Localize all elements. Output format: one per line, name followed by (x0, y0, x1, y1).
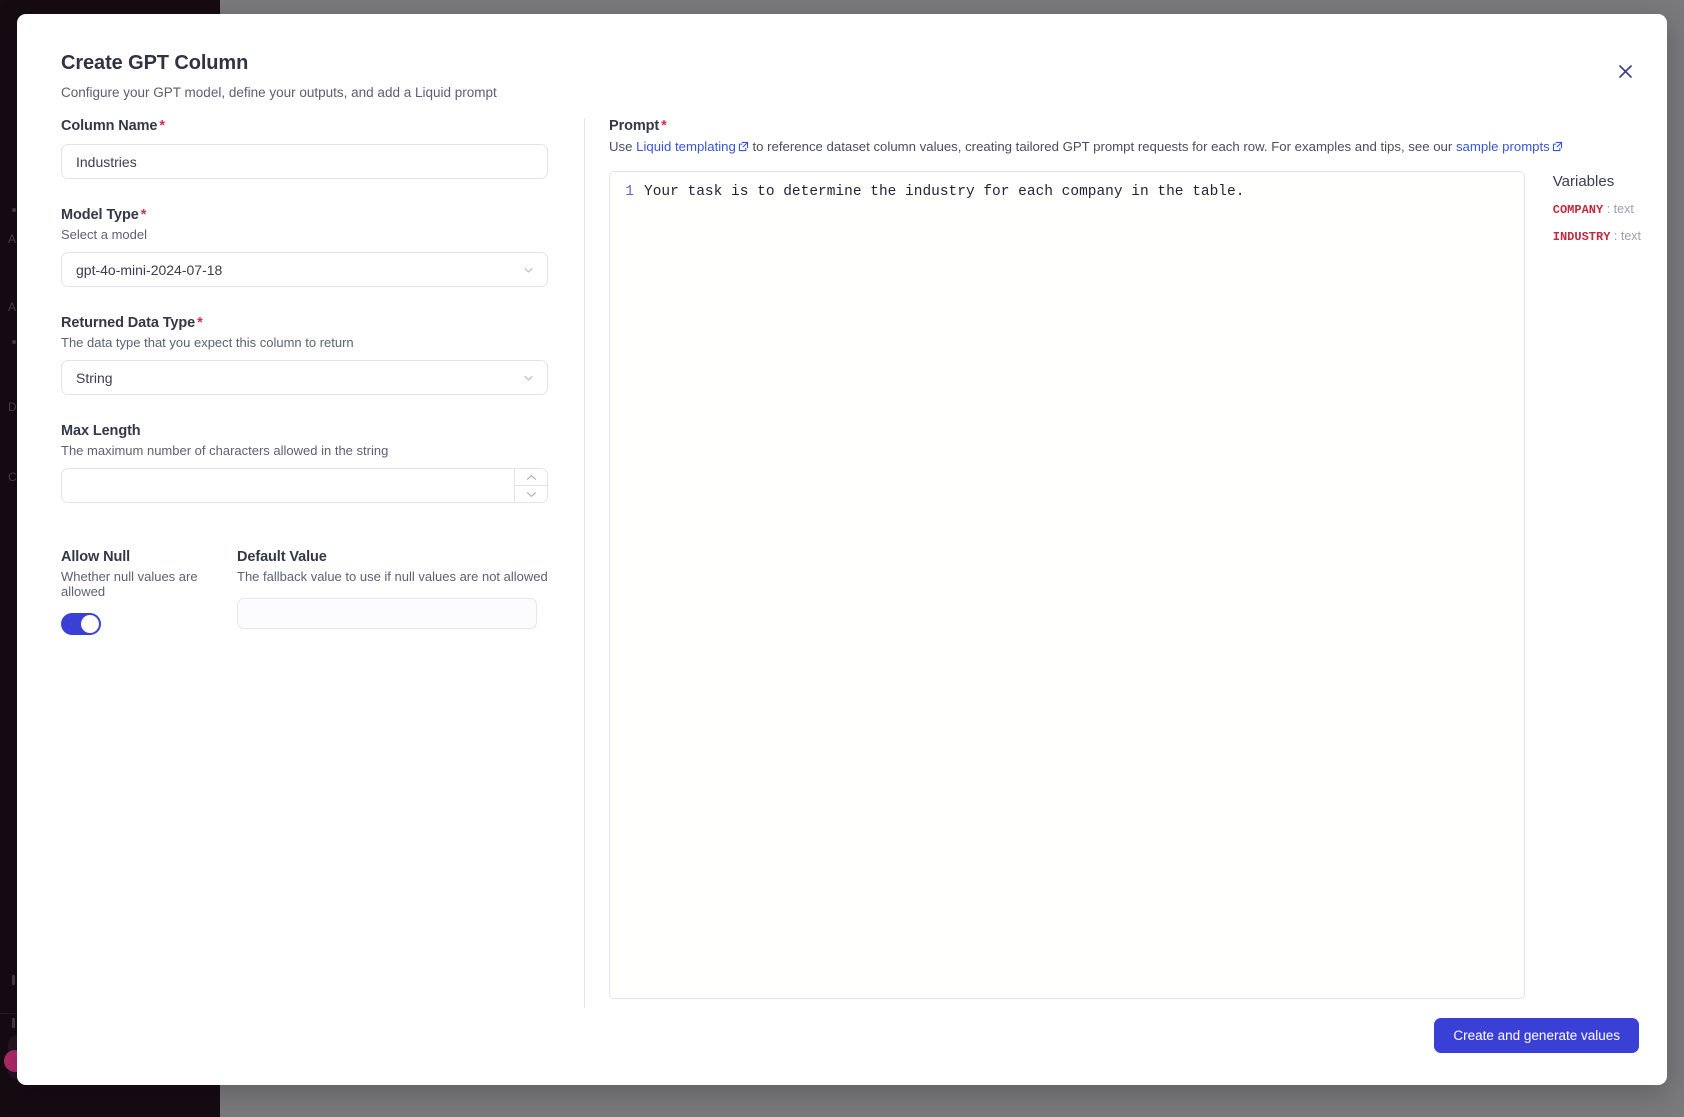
close-button[interactable] (1608, 54, 1642, 88)
returned-data-type-value: String (76, 369, 113, 386)
variable-separator: : (1613, 229, 1618, 243)
liquid-templating-link[interactable]: Liquid templating (636, 139, 736, 154)
prompt-editor[interactable]: 1 Your task is to determine the industry… (609, 171, 1525, 999)
prompt-column: Prompt * Use Liquid templating to referen… (609, 118, 1641, 999)
close-icon (1618, 64, 1632, 78)
required-marker: * (197, 315, 203, 331)
model-type-label-text: Model Type (61, 207, 139, 223)
returned-data-type-help: The data type that you expect this colum… (61, 335, 354, 350)
create-and-generate-values-button[interactable]: Create and generate values (1434, 1018, 1639, 1053)
prompt-desc-middle: to reference dataset column values, crea… (748, 139, 1456, 154)
column-name-label: Column Name * (61, 118, 548, 134)
editor-area: 1 Your task is to determine the industry… (609, 171, 1641, 999)
variable-type: text (1620, 229, 1641, 243)
sidebar-item-label: A (8, 300, 17, 314)
sidebar-bullet-icon (12, 208, 16, 212)
editor-line: 1 Your task is to determine the industry… (610, 172, 1524, 200)
sidebar-item-label: A (8, 232, 17, 246)
prompt-label: Prompt * (609, 118, 1641, 134)
stepper-increment-button[interactable] (515, 469, 547, 485)
page-title: Create GPT Column (61, 52, 249, 74)
model-type-label: Model Type * (61, 207, 548, 223)
chevron-down-icon (526, 491, 536, 497)
sidebar-bullet-icon (12, 975, 15, 985)
returned-data-type-field: Returned Data Type * The data type that y… (61, 315, 548, 395)
required-marker: * (140, 207, 147, 223)
column-name-input[interactable] (61, 144, 548, 179)
chevron-down-icon (522, 263, 535, 276)
column-name-label-text: Column Name (61, 118, 158, 134)
chevron-up-icon (526, 474, 536, 480)
max-length-help: The maximum number of characters allowed… (61, 443, 389, 458)
default-value-help: The fallback value to use if null values… (237, 569, 548, 584)
modal-subtitle: Configure your GPT model, define your ou… (61, 85, 497, 100)
external-link-icon (1552, 140, 1563, 155)
column-divider (584, 118, 585, 1008)
quantity-stepper (514, 469, 547, 502)
settings-column: Column Name* Model Type* Select a model … (61, 118, 548, 635)
variable-name: COMPANY (1552, 203, 1604, 217)
allow-null-help: Whether null values are allowed (61, 569, 198, 599)
allow-null-label: Allow Null (61, 549, 131, 565)
allow-null-field: Allow Null Whether null values are allow… (61, 549, 237, 635)
required-marker: * (159, 118, 165, 134)
prompt-code-text: Your task is to determine the industry f… (644, 184, 1245, 200)
sample-prompts-link[interactable]: sample prompts (1456, 139, 1550, 154)
model-type-select[interactable]: gpt-4o-mini-2024-07-18 (61, 252, 548, 287)
default-value-input[interactable] (237, 598, 537, 629)
column-name-field: Column Name * (61, 118, 548, 179)
stepper-decrement-button[interactable] (515, 485, 547, 502)
variable-name: INDUSTRY (1552, 230, 1611, 244)
sidebar-bullet-icon (12, 1018, 15, 1028)
variable-separator: : (1606, 202, 1611, 216)
max-length-input[interactable] (61, 468, 548, 503)
prompt-label-text: Prompt (609, 118, 660, 134)
modal-header: Create GPT Column Configure your GPT mod… (61, 52, 497, 100)
external-link-icon (738, 140, 749, 155)
model-type-value: gpt-4o-mini-2024-07-18 (76, 261, 223, 278)
max-length-label: Max Length (61, 423, 141, 439)
sidebar-item-label: C (8, 470, 17, 484)
default-value-label: Default Value (237, 549, 327, 565)
chevron-down-icon (522, 371, 535, 384)
default-value-field: Default Value The fallback value to use … (237, 549, 548, 635)
line-number: 1 (625, 184, 634, 200)
toggle-knob (81, 615, 99, 633)
allow-null-toggle[interactable] (61, 613, 101, 635)
prompt-description: Use Liquid templating to reference datas… (609, 139, 1641, 155)
variable-item[interactable]: COMPANY : text (1553, 202, 1641, 217)
create-gpt-column-modal: Create GPT Column Configure your GPT mod… (17, 14, 1667, 1085)
prompt-desc-prefix: Use (609, 139, 637, 154)
max-length-field: Max Length The maximum number of charact… (61, 423, 548, 503)
sidebar-item-label: D (8, 400, 17, 414)
variables-panel: Variables COMPANY : text INDUSTRY : text (1553, 171, 1641, 999)
variable-type: text (1613, 202, 1634, 216)
sidebar-bullet-icon (12, 340, 16, 344)
returned-data-type-label-text: Returned Data Type (61, 315, 196, 331)
max-length-stepper-wrap (61, 468, 548, 503)
required-marker: * (661, 118, 667, 134)
returned-data-type-label: Returned Data Type * (61, 315, 548, 331)
variables-title: Variables (1552, 173, 1615, 190)
returned-data-type-select[interactable]: String (61, 360, 548, 395)
model-type-field: Model Type * Select a model gpt-4o-mini-2… (61, 207, 548, 287)
null-settings-row: Allow Null Whether null values are allow… (61, 549, 548, 635)
variable-item[interactable]: INDUSTRY : text (1553, 229, 1641, 244)
model-type-help: Select a model (61, 227, 147, 242)
